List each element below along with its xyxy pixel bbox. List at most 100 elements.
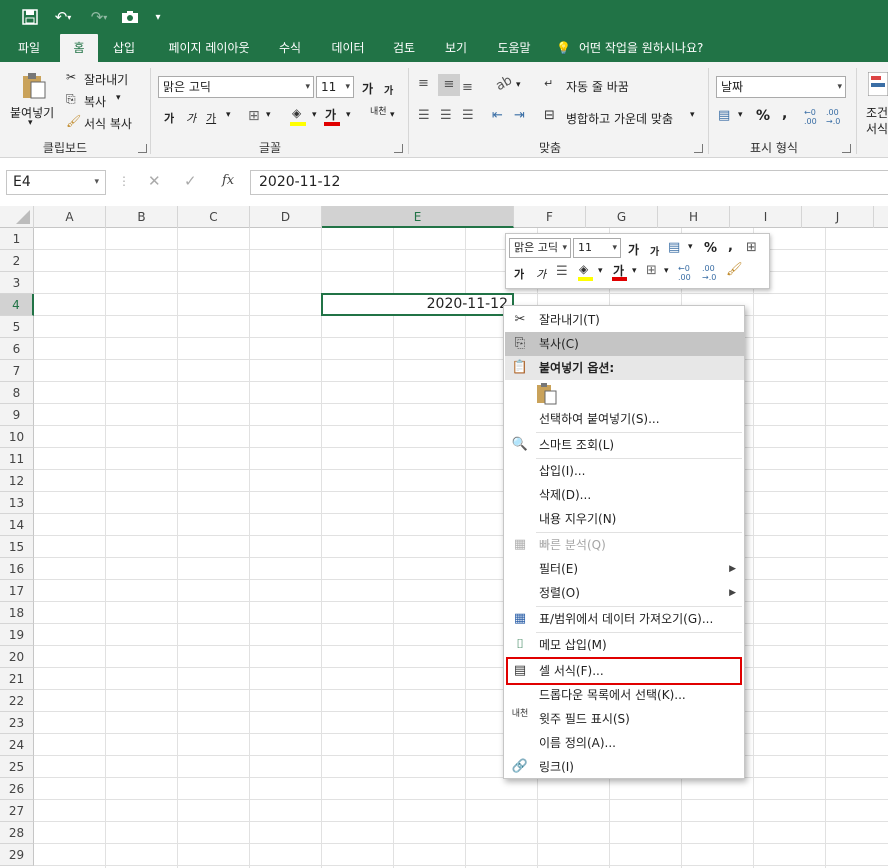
column-header[interactable]: G [586, 206, 658, 228]
row-header[interactable]: 25 [0, 756, 34, 778]
menu-item-copy[interactable]: ⎘ 복사(C) [505, 332, 744, 356]
row-header[interactable]: 5 [0, 316, 34, 338]
menu-item-dropdown-list[interactable]: 드롭다운 목록에서 선택(K)... [505, 683, 744, 707]
font-color-button[interactable]: 가 [324, 106, 342, 126]
borders-icon[interactable]: ⊞ [248, 108, 260, 124]
row-header[interactable]: 9 [0, 404, 34, 426]
align-middle-icon[interactable]: ≡ [438, 74, 460, 96]
chevron-down-icon[interactable]: ▾ [226, 110, 231, 120]
row-header[interactable]: 23 [0, 712, 34, 734]
row-header[interactable]: 12 [0, 470, 34, 492]
row-header[interactable]: 20 [0, 646, 34, 668]
cancel-icon[interactable]: ✕ [148, 172, 161, 190]
merge-center-button[interactable]: ⊟ 병합하고 가운데 맞춤 ▾ [544, 106, 708, 128]
number-launcher[interactable] [842, 144, 851, 153]
mini-align-center-icon[interactable]: ☰ [556, 264, 568, 279]
mini-shrink-font-button[interactable]: 가 [650, 243, 659, 258]
alignment-launcher[interactable] [694, 144, 703, 153]
row-header[interactable]: 8 [0, 382, 34, 404]
tab-page-layout[interactable]: 페이지 레이아웃 [156, 34, 262, 62]
tab-help[interactable]: 도움말 [486, 34, 542, 62]
column-header[interactable]: D [250, 206, 322, 228]
format-painter-button[interactable]: 🖌 서식 복사 [64, 114, 148, 132]
mini-font-size-select[interactable]: 11 ▾ [573, 238, 621, 258]
mini-font-name-select[interactable]: 맑은 고딕 ▾ [509, 238, 571, 258]
accounting-format-icon[interactable]: ▤ [718, 108, 730, 123]
camera-icon[interactable] [120, 7, 140, 27]
menu-item-get-data[interactable]: ▦ 표/범위에서 데이터 가져오기(G)... [505, 607, 744, 631]
align-top-icon[interactable]: ≡ [418, 76, 429, 91]
select-all-corner[interactable] [0, 206, 34, 228]
insert-function-icon[interactable]: fx [222, 173, 234, 188]
mini-grow-font-button[interactable]: 가 [628, 241, 639, 258]
mini-fill-color-button[interactable]: ◈ [578, 262, 594, 282]
column-header[interactable]: J [802, 206, 874, 228]
bold-button[interactable]: 가 [164, 110, 174, 126]
row-header[interactable]: 29 [0, 844, 34, 866]
selected-cell-e4[interactable]: 2020-11-12 [321, 293, 514, 316]
fill-color-button[interactable]: ◈ [290, 106, 308, 126]
mini-format-table-icon[interactable]: ⊞ [746, 240, 757, 255]
chevron-down-icon[interactable]: ▾ [632, 266, 637, 276]
chevron-down-icon[interactable]: ▾ [516, 80, 521, 90]
mini-italic-button[interactable]: 가 [536, 266, 546, 282]
menu-item-cut[interactable]: ✂ 잘라내기(T) [505, 308, 744, 332]
menu-item-link[interactable]: 🔗 링크(I) [505, 755, 744, 779]
mini-font-color-button[interactable]: 가 [612, 262, 628, 282]
increase-indent-icon[interactable]: ⇥ [514, 108, 525, 123]
mini-decrease-decimal-icon[interactable]: .00 →.0 [702, 264, 716, 282]
phonetic-button[interactable]: 내천 [370, 108, 390, 117]
tab-home[interactable]: 홈 [60, 34, 98, 62]
row-header[interactable]: 27 [0, 800, 34, 822]
font-size-select[interactable]: 11 ▾ [316, 76, 354, 98]
row-header[interactable]: 19 [0, 624, 34, 646]
font-name-select[interactable]: 맑은 고딕 ▾ [158, 76, 314, 98]
row-header[interactable]: 26 [0, 778, 34, 800]
chevron-down-icon[interactable]: ▾ [664, 266, 669, 276]
mini-increase-decimal-icon[interactable]: ←0.00 [678, 264, 691, 282]
font-launcher[interactable] [394, 144, 403, 153]
tab-data[interactable]: 데이터 [320, 34, 376, 62]
chevron-down-icon[interactable]: ▾ [688, 242, 693, 252]
row-header[interactable]: 4 [0, 294, 34, 316]
row-header[interactable]: 6 [0, 338, 34, 360]
mini-bold-button[interactable]: 가 [514, 266, 524, 282]
column-header[interactable]: C [178, 206, 250, 228]
align-right-icon[interactable]: ☰ [462, 108, 474, 123]
formula-input[interactable]: 2020-11-12 [250, 170, 888, 195]
paste-button[interactable]: 붙여넣기 ▾ [8, 70, 60, 130]
conditional-formatting-button[interactable]: 조건 서식 [864, 70, 888, 136]
tab-file[interactable]: 파일 [6, 34, 52, 62]
customize-icon[interactable]: ▾ [152, 7, 164, 27]
chevron-down-icon[interactable]: ▾ [312, 110, 317, 120]
menu-item-quick-analysis[interactable]: ▦ 빠른 분석(Q) [505, 533, 744, 557]
tab-review[interactable]: 검토 [382, 34, 426, 62]
column-header[interactable]: I [730, 206, 802, 228]
row-header[interactable]: 2 [0, 250, 34, 272]
row-header[interactable]: 1 [0, 228, 34, 250]
row-header[interactable]: 28 [0, 822, 34, 844]
tab-insert[interactable]: 삽입 [104, 34, 144, 62]
mini-percent-button[interactable]: % [704, 241, 717, 256]
mini-format-painter-icon[interactable]: 🖌 [726, 262, 743, 277]
column-header[interactable]: E [322, 206, 514, 228]
row-header[interactable]: 16 [0, 558, 34, 580]
row-header[interactable]: 10 [0, 426, 34, 448]
tab-view[interactable]: 보기 [434, 34, 478, 62]
tell-me-box[interactable]: 💡 어떤 작업을 원하시나요? [556, 34, 726, 62]
row-header[interactable]: 11 [0, 448, 34, 470]
chevron-down-icon[interactable]: ▾ [266, 110, 271, 120]
mini-accounting-icon[interactable]: ▤ [668, 240, 680, 255]
menu-item-insert[interactable]: 삽입(I)... [505, 459, 744, 483]
row-header[interactable]: 7 [0, 360, 34, 382]
row-header[interactable]: 21 [0, 668, 34, 690]
cut-button[interactable]: ✂ 잘라내기 [64, 70, 144, 88]
clipboard-launcher[interactable] [138, 144, 147, 153]
menu-item-filter[interactable]: 필터(E) ▶ [505, 557, 744, 581]
row-header[interactable]: 15 [0, 536, 34, 558]
row-header[interactable]: 24 [0, 734, 34, 756]
align-center-icon[interactable]: ☰ [440, 108, 452, 123]
comma-style-button[interactable]: , [782, 106, 787, 122]
redo-icon[interactable]: ↷ ▾ [86, 7, 112, 27]
column-header[interactable]: H [658, 206, 730, 228]
